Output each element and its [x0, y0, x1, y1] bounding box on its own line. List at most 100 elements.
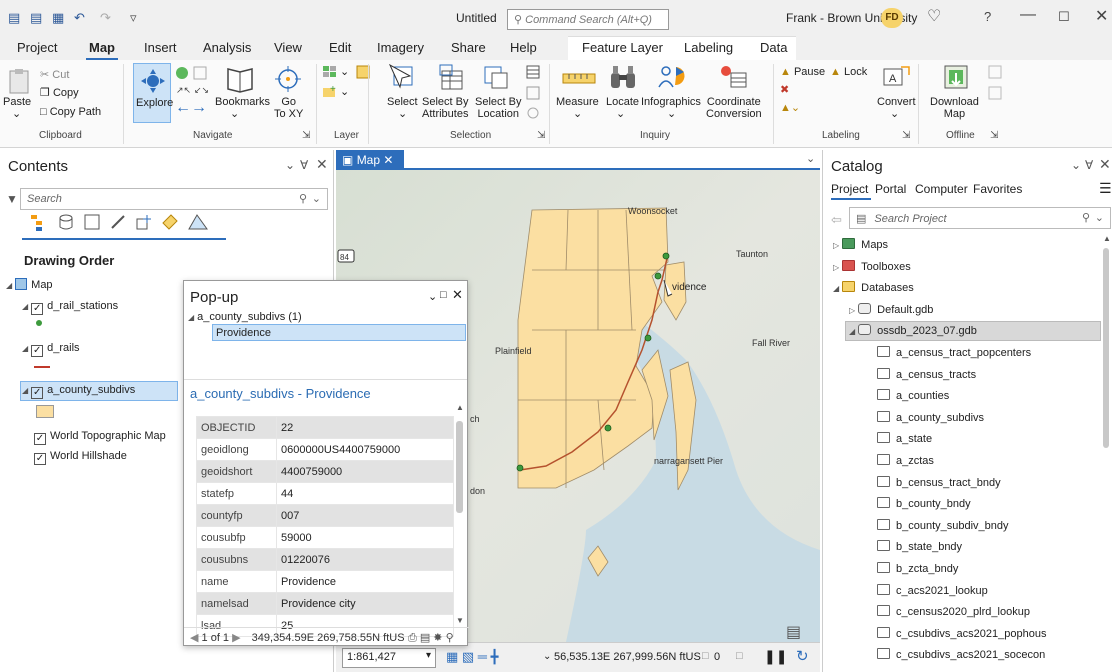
- zoom-to-selection-icon[interactable]: [526, 106, 540, 120]
- basemap-icon[interactable]: [322, 65, 338, 79]
- list-by-labeling-icon[interactable]: [161, 213, 179, 231]
- layer-item-map[interactable]: ◢ Map: [6, 278, 53, 291]
- avatar[interactable]: FD: [881, 8, 903, 28]
- chevron-down-icon[interactable]: ⌄: [543, 651, 551, 662]
- list-item[interactable]: a_counties: [865, 389, 949, 402]
- tab-imagery[interactable]: Imagery: [377, 40, 424, 55]
- tab-project[interactable]: Project: [17, 40, 57, 55]
- go-to-xy-button[interactable]: Go To XY: [274, 96, 303, 120]
- back-arrow-icon[interactable]: ←→: [175, 100, 207, 116]
- filter-icon[interactable]: ▼: [6, 192, 18, 206]
- explore-button[interactable]: Explore: [133, 63, 173, 123]
- chevron-down-icon[interactable]: ⌄: [398, 108, 407, 120]
- copy-button[interactable]: ❐ Copy: [40, 87, 79, 99]
- list-by-perspective-icon[interactable]: [187, 213, 209, 231]
- lock-labels-button[interactable]: ▲ Lock: [830, 66, 867, 78]
- new-project-icon[interactable]: ▤: [8, 10, 20, 26]
- layer-item-world-hillshade[interactable]: ✓ World Hillshade: [34, 450, 127, 465]
- chevron-down-icon[interactable]: ⌄: [573, 108, 582, 120]
- infographics-button[interactable]: Infographics: [641, 96, 701, 108]
- popup-scrollbar[interactable]: [456, 421, 463, 513]
- list-item[interactable]: a_census_tract_popcenters: [865, 346, 1031, 359]
- select-by-attributes-button[interactable]: Select By Attributes: [422, 96, 468, 120]
- attributes-icon[interactable]: [526, 65, 540, 79]
- minimize-button[interactable]: —: [1020, 6, 1036, 24]
- list-item[interactable]: ◢ ossdb_2023_07.gdb: [849, 324, 977, 337]
- list-item[interactable]: b_county_bndy: [865, 497, 971, 510]
- expand-icon[interactable]: ◢: [188, 313, 194, 322]
- expand-icon[interactable]: ◢: [833, 284, 839, 293]
- expand-icon[interactable]: ▷: [833, 241, 839, 250]
- status-toolbar-icons[interactable]: ▦ ▧ ═ ╋: [446, 649, 498, 665]
- list-item[interactable]: ▷ Default.gdb: [849, 302, 933, 316]
- expand-icon[interactable]: ◢: [22, 386, 28, 395]
- list-by-editing-icon[interactable]: [109, 213, 127, 231]
- view-unplaced-icon[interactable]: ✖: [780, 84, 789, 96]
- chevron-down-icon[interactable]: ⌄: [12, 108, 21, 120]
- pin-icon[interactable]: ∀: [300, 158, 308, 172]
- catalog-tab-project[interactable]: Project: [831, 182, 868, 196]
- navigator-icon[interactable]: ▤: [786, 622, 801, 642]
- catalog-tab-computer[interactable]: Computer: [915, 182, 968, 196]
- select-by-location-button[interactable]: Select By Location: [475, 96, 521, 120]
- zoom-out-fixed-icon[interactable]: ↙↘: [194, 84, 209, 96]
- menu-icon[interactable]: ☰: [1099, 180, 1112, 197]
- pane-options-icon[interactable]: ⌄: [1071, 158, 1081, 172]
- list-by-snapping-icon[interactable]: [135, 213, 153, 231]
- paste-button[interactable]: Paste: [3, 96, 31, 108]
- popup-layer-node[interactable]: ◢ a_county_subdivs (1): [188, 311, 302, 323]
- list-by-selection-icon[interactable]: [83, 213, 101, 231]
- layer-item-rails[interactable]: ◢ ✓ d_rails: [22, 342, 80, 357]
- chevron-down-icon[interactable]: ⌄: [1095, 211, 1104, 224]
- list-item[interactable]: ▷ Toolboxes: [833, 259, 911, 273]
- add-data-icon[interactable]: +: [322, 84, 338, 98]
- visibility-checkbox[interactable]: ✓: [31, 303, 44, 315]
- launcher-icon[interactable]: ⇲: [537, 130, 545, 141]
- convert-button[interactable]: Convert: [877, 96, 916, 108]
- expand-icon[interactable]: ▷: [849, 306, 855, 315]
- visibility-checkbox[interactable]: ✓: [34, 433, 46, 445]
- expand-icon[interactable]: ◢: [849, 327, 855, 336]
- layer-item-rail-stations[interactable]: ◢ ✓ d_rail_stations: [22, 300, 118, 315]
- command-search-input[interactable]: ⚲ Command Search (Alt+Q): [507, 9, 669, 30]
- undo-icon[interactable]: ↶: [74, 10, 85, 26]
- coordinate-conversion-button[interactable]: Coordinate Conversion: [706, 96, 762, 120]
- expand-icon[interactable]: ◢: [22, 344, 28, 353]
- list-item[interactable]: ▷ Maps: [833, 238, 888, 251]
- pin-icon[interactable]: ∀: [1085, 158, 1093, 172]
- contents-search-input[interactable]: Search ⚲ ⌄: [20, 188, 328, 210]
- visibility-checkbox[interactable]: ✓: [34, 453, 46, 465]
- tab-insert[interactable]: Insert: [144, 40, 177, 55]
- chevron-down-icon[interactable]: ⌄: [340, 66, 349, 78]
- close-button[interactable]: ✕: [1095, 6, 1108, 26]
- popup-tools-icons[interactable]: ⎙ ▤ ✸ ⚲: [408, 631, 454, 645]
- customize-toolbar-icon[interactable]: ▿: [130, 10, 137, 26]
- save-icon[interactable]: ▦: [52, 10, 64, 26]
- scroll-up-icon[interactable]: ▲: [456, 403, 464, 412]
- visibility-checkbox[interactable]: ✓: [31, 387, 44, 399]
- measure-button[interactable]: Measure: [556, 96, 599, 108]
- refresh-icon[interactable]: ↻: [796, 647, 809, 665]
- list-item[interactable]: a_census_tracts: [865, 367, 976, 381]
- clear-selection-icon[interactable]: [526, 86, 540, 100]
- bookmarks-button[interactable]: Bookmarks: [215, 96, 270, 108]
- list-item[interactable]: a_state: [865, 432, 932, 445]
- launcher-icon[interactable]: ⇲: [902, 130, 910, 141]
- launcher-icon[interactable]: ⇲: [990, 130, 998, 141]
- expand-icon[interactable]: ▷: [833, 263, 839, 272]
- list-item[interactable]: ◢ Databases: [833, 281, 914, 294]
- previous-feature-icon[interactable]: ◀: [190, 632, 198, 644]
- previous-extent-icon[interactable]: [193, 66, 207, 80]
- close-icon[interactable]: ✕: [452, 287, 463, 303]
- chevron-down-icon[interactable]: ▾: [426, 650, 431, 661]
- remove-offline-icon[interactable]: [988, 86, 1002, 100]
- catalog-scrollbar[interactable]: [1103, 248, 1109, 448]
- tab-share[interactable]: Share: [451, 40, 486, 55]
- tab-labeling[interactable]: Labeling: [684, 40, 733, 55]
- chevron-down-icon[interactable]: ⌄: [312, 192, 321, 205]
- catalog-tab-portal[interactable]: Portal: [875, 182, 906, 196]
- pane-options-icon[interactable]: ⌄: [285, 158, 295, 172]
- scroll-up-icon[interactable]: ▲: [1103, 234, 1111, 243]
- close-icon[interactable]: ✕: [383, 153, 393, 167]
- list-by-data-source-icon[interactable]: [57, 213, 75, 231]
